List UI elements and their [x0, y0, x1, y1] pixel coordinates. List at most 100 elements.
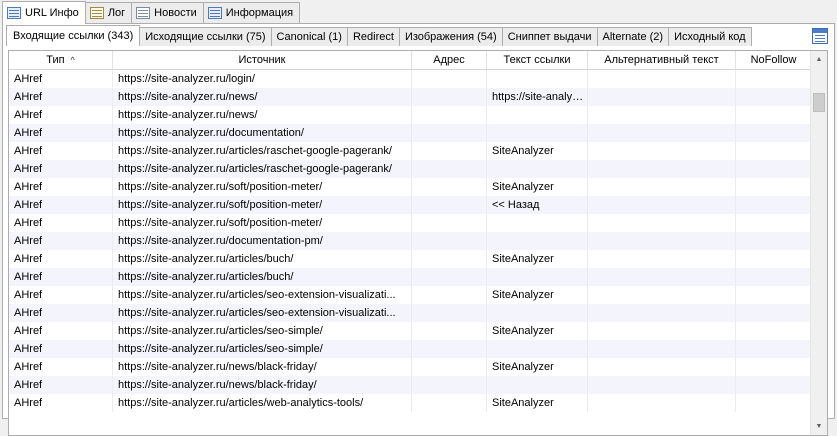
cell-alt-text: [588, 70, 736, 88]
tab-images[interactable]: Изображения (54): [398, 27, 503, 46]
links-table: Тип ^ Источник Адрес Текст ссылки Альтер…: [8, 50, 828, 436]
cell-nofollow: [736, 142, 811, 160]
cell-address: [412, 88, 487, 106]
table-row[interactable]: AHref https://site-analyzer.ru/soft/posit…: [9, 214, 811, 232]
columns-settings-icon[interactable]: [812, 28, 828, 44]
cell-alt-text: [588, 358, 736, 376]
cell-address: [412, 358, 487, 376]
cell-source: https://site-analyzer.ru/articles/seo-si…: [113, 340, 412, 358]
cell-source: https://site-analyzer.ru/articles/rasche…: [113, 142, 412, 160]
cell-source: https://site-analyzer.ru/documentation-p…: [113, 232, 412, 250]
cell-nofollow: [736, 268, 811, 286]
url-info-panel: Входящие ссылки (343) Исходящие ссылки (…: [2, 23, 835, 436]
cell-type: AHref: [9, 232, 113, 250]
log-icon: [89, 7, 104, 19]
cell-nofollow: [736, 250, 811, 268]
cell-nofollow: [736, 376, 811, 394]
tab-url-info[interactable]: URL Инфо: [2, 1, 86, 24]
cell-source: https://site-analyzer.ru/news/black-frid…: [113, 358, 412, 376]
table-row[interactable]: AHref https://site-analyzer.ru/news/black…: [9, 376, 811, 394]
cell-link-text: [487, 232, 588, 250]
cell-alt-text: [588, 124, 736, 142]
table-row[interactable]: AHref https://site-analyzer.ru/articles/s…: [9, 304, 811, 322]
cell-address: [412, 142, 487, 160]
table-row[interactable]: AHref https://site-analyzer.ru/news/: [9, 106, 811, 124]
table-row[interactable]: AHref https://site-analyzer.ru/documentat…: [9, 232, 811, 250]
table-row[interactable]: AHref https://site-analyzer.ru/soft/posit…: [9, 178, 811, 196]
cell-type: AHref: [9, 250, 113, 268]
tab-information[interactable]: Информация: [202, 2, 301, 23]
tab-news[interactable]: Новости: [131, 2, 204, 23]
tab-outgoing-links[interactable]: Исходящие ссылки (75): [139, 27, 272, 46]
cell-link-text: [487, 376, 588, 394]
vertical-scrollbar[interactable]: ▲ ▼: [810, 51, 827, 435]
table-row[interactable]: AHref https://site-analyzer.ru/news/https…: [9, 88, 811, 106]
tab-alternate[interactable]: Alternate (2): [596, 27, 670, 46]
tab-log[interactable]: Лог: [84, 2, 133, 23]
scroll-thumb[interactable]: [813, 93, 825, 112]
cell-address: [412, 376, 487, 394]
table-row[interactable]: AHref https://site-analyzer.ru/news/black…: [9, 358, 811, 376]
table-row[interactable]: AHref https://site-analyzer.ru/documentat…: [9, 124, 811, 142]
table-body: AHref https://site-analyzer.ru/login/AHre…: [9, 70, 811, 412]
cell-type: AHref: [9, 286, 113, 304]
cell-type: AHref: [9, 124, 113, 142]
top-tab-bar: URL Инфо Лог Новости Информация: [2, 1, 301, 24]
table-row[interactable]: AHref https://site-analyzer.ru/articles/r…: [9, 142, 811, 160]
cell-address: [412, 196, 487, 214]
cell-link-text: [487, 214, 588, 232]
table-row[interactable]: AHref https://site-analyzer.ru/articles/b…: [9, 250, 811, 268]
tab-snippet[interactable]: Сниппет выдачи: [501, 27, 598, 46]
cell-address: [412, 70, 487, 88]
cell-source: https://site-analyzer.ru/news/: [113, 106, 412, 124]
cell-nofollow: [736, 358, 811, 376]
tab-label: Лог: [107, 7, 126, 19]
cell-address: [412, 286, 487, 304]
news-icon: [136, 7, 151, 19]
table-row[interactable]: AHref https://site-analyzer.ru/articles/s…: [9, 322, 811, 340]
table-row[interactable]: AHref https://site-analyzer.ru/articles/w…: [9, 394, 811, 412]
cell-address: [412, 214, 487, 232]
cell-source: https://site-analyzer.ru/articles/seo-si…: [113, 322, 412, 340]
table-row[interactable]: AHref https://site-analyzer.ru/articles/r…: [9, 160, 811, 178]
cell-link-text: SiteAnalyzer: [487, 358, 588, 376]
cell-nofollow: [736, 178, 811, 196]
cell-nofollow: [736, 232, 811, 250]
cell-alt-text: [588, 160, 736, 178]
table-row[interactable]: AHref https://site-analyzer.ru/login/: [9, 70, 811, 88]
tab-label: URL Инфо: [25, 7, 79, 19]
information-icon: [207, 7, 222, 19]
table-row[interactable]: AHref https://site-analyzer.ru/articles/s…: [9, 340, 811, 358]
column-header-alt-text[interactable]: Альтернативный текст: [588, 51, 736, 69]
scroll-up-icon[interactable]: ▲: [811, 51, 827, 68]
cell-nofollow: [736, 70, 811, 88]
cell-type: AHref: [9, 340, 113, 358]
column-header-address[interactable]: Адрес: [412, 51, 487, 69]
column-header-link-text[interactable]: Текст ссылки: [487, 51, 588, 69]
column-header-type[interactable]: Тип ^: [9, 51, 113, 69]
cell-address: [412, 178, 487, 196]
column-label: Тип: [46, 54, 65, 66]
table-row[interactable]: AHref https://site-analyzer.ru/articles/b…: [9, 268, 811, 286]
tab-incoming-links[interactable]: Входящие ссылки (343): [6, 25, 141, 46]
cell-nofollow: [736, 88, 811, 106]
cell-nofollow: [736, 394, 811, 412]
tab-canonical[interactable]: Canonical (1): [270, 27, 348, 46]
column-header-source[interactable]: Источник: [113, 51, 412, 69]
cell-type: AHref: [9, 268, 113, 286]
cell-alt-text: [588, 268, 736, 286]
table-row[interactable]: AHref https://site-analyzer.ru/soft/posit…: [9, 196, 811, 214]
cell-type: AHref: [9, 160, 113, 178]
tab-redirect[interactable]: Redirect: [346, 27, 400, 46]
cell-alt-text: [588, 394, 736, 412]
cell-alt-text: [588, 178, 736, 196]
column-header-nofollow[interactable]: NoFollow: [736, 51, 811, 69]
cell-source: https://site-analyzer.ru/articles/seo-ex…: [113, 304, 412, 322]
table-row[interactable]: AHref https://site-analyzer.ru/articles/s…: [9, 286, 811, 304]
cell-nofollow: [736, 106, 811, 124]
cell-link-text: [487, 340, 588, 358]
cell-alt-text: [588, 232, 736, 250]
tab-source-code[interactable]: Исходный код: [668, 27, 752, 46]
cell-link-text: [487, 124, 588, 142]
cell-nofollow: [736, 196, 811, 214]
